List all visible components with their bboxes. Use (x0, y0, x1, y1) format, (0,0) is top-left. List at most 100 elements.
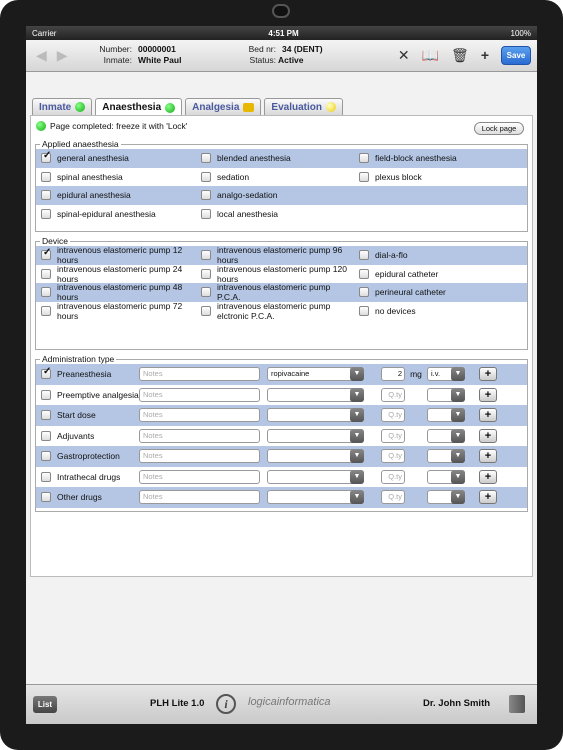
route-select[interactable]: ▼ (427, 387, 465, 402)
checkbox[interactable] (41, 492, 51, 503)
checkbox[interactable] (359, 305, 369, 316)
admin-type[interactable]: Preanesthesia (36, 367, 139, 380)
dropdown-arrow-icon[interactable]: ▼ (451, 469, 465, 484)
add-row-button[interactable]: + (479, 367, 497, 382)
applied-option[interactable]: spinal-epidural anesthesia (36, 208, 196, 219)
add-row-button[interactable]: + (479, 408, 497, 423)
checkbox[interactable] (201, 171, 211, 182)
dropdown-arrow-icon[interactable]: ▼ (350, 428, 364, 443)
dropdown-arrow-icon[interactable]: ▼ (350, 449, 364, 464)
dropdown-arrow-icon[interactable]: ▼ (451, 490, 465, 505)
checkbox[interactable] (41, 151, 51, 164)
dropdown-arrow-icon[interactable]: ▼ (350, 469, 364, 484)
add-row-button[interactable]: + (479, 449, 497, 464)
admin-type[interactable]: Intrathecal drugs (36, 471, 139, 482)
checkbox[interactable] (41, 389, 51, 400)
checkbox[interactable] (41, 268, 51, 279)
dropdown-arrow-icon[interactable]: ▼ (451, 408, 465, 423)
drug-select[interactable]: ▼ (267, 408, 364, 423)
dropdown-arrow-icon[interactable]: ▼ (451, 387, 465, 402)
drug-select[interactable]: ▼ (267, 449, 364, 464)
checkbox[interactable] (359, 171, 369, 182)
checkbox[interactable] (201, 250, 211, 261)
device-option[interactable]: perineural catheter (354, 287, 514, 298)
device-option[interactable]: intravenous elastomeric pump 96 hours (196, 245, 354, 265)
dropdown-arrow-icon[interactable]: ▼ (350, 367, 364, 382)
drug-select[interactable]: ▼ (267, 469, 364, 484)
notes-input[interactable]: Notes (139, 428, 260, 443)
checkbox[interactable] (41, 190, 51, 201)
route-select[interactable]: ▼ (427, 408, 465, 423)
close-icon[interactable]: ✕ (398, 47, 410, 64)
dropdown-arrow-icon[interactable]: ▼ (350, 490, 364, 505)
checkbox[interactable] (41, 430, 51, 441)
checkbox[interactable] (41, 287, 51, 298)
device-option[interactable]: epidural catheter (354, 268, 514, 279)
notes-input[interactable]: Notes (139, 490, 260, 505)
route-select[interactable]: ▼ (427, 428, 465, 443)
checkbox[interactable] (41, 305, 51, 316)
applied-option[interactable]: local anesthesia (196, 208, 354, 219)
device-option[interactable]: intravenous elastomeric pump P.C.A. (196, 282, 354, 302)
checkbox[interactable] (359, 250, 369, 261)
notes-input[interactable]: Notes (139, 408, 260, 423)
quantity-input[interactable]: Q.ty (381, 408, 405, 423)
admin-type[interactable]: Adjuvants (36, 430, 139, 441)
quantity-input[interactable]: Q.ty (381, 469, 405, 484)
checkbox[interactable] (201, 305, 211, 316)
notes-input[interactable]: Notes (139, 367, 260, 382)
applied-option[interactable]: blended anesthesia (196, 153, 354, 164)
dropdown-arrow-icon[interactable]: ▼ (350, 387, 364, 402)
route-select[interactable]: i.v. ▼ (427, 367, 465, 382)
add-row-button[interactable]: + (479, 387, 497, 402)
device-option[interactable]: intravenous elastomeric pump 24 hours (36, 264, 196, 284)
device-option[interactable]: intravenous elastomeric pump 12 hours (36, 245, 196, 265)
checkbox[interactable] (359, 268, 369, 279)
quantity-input[interactable]: Q.ty (381, 449, 405, 464)
quantity-input[interactable]: 2 (381, 367, 405, 382)
admin-type[interactable]: Start dose (36, 410, 139, 421)
route-select[interactable]: ▼ (427, 469, 465, 484)
device-option[interactable]: dial-a-flo (354, 250, 514, 261)
admin-type[interactable]: Other drugs (36, 492, 139, 503)
notes-input[interactable]: Notes (139, 387, 260, 402)
previous-arrow-icon[interactable]: ◀ (36, 47, 47, 64)
tab-inmate[interactable]: Inmate (32, 98, 93, 115)
applied-option[interactable]: general anesthesia (36, 151, 196, 164)
drug-select[interactable]: ▼ (267, 428, 364, 443)
applied-option[interactable]: epidural anesthesia (36, 190, 196, 201)
drug-select[interactable]: ropivacaine ▼ (267, 367, 364, 382)
checkbox[interactable] (41, 410, 51, 421)
trash-icon[interactable]: 🗑 (451, 47, 469, 64)
applied-option[interactable]: analgo-sedation (196, 190, 354, 201)
device-option[interactable]: no devices (354, 305, 514, 316)
checkbox[interactable] (41, 171, 51, 182)
device-option[interactable]: intravenous elastomeric pump 120 hours (196, 264, 354, 284)
tab-anaesthesia[interactable]: Anaesthesia (95, 98, 183, 116)
lock-page-button[interactable]: Lock page (474, 122, 524, 135)
tab-analgesia[interactable]: Analgesia (185, 98, 262, 115)
checkbox[interactable] (201, 268, 211, 279)
list-button[interactable]: List (33, 696, 57, 713)
checkbox[interactable] (41, 208, 51, 219)
drug-select[interactable]: ▼ (267, 387, 364, 402)
checkbox[interactable] (41, 248, 51, 261)
admin-type[interactable]: Gastroprotection (36, 451, 139, 462)
add-row-button[interactable]: + (479, 469, 497, 484)
device-option[interactable]: intravenous elastomeric pump 48 hours (36, 282, 196, 302)
dropdown-arrow-icon[interactable]: ▼ (451, 449, 465, 464)
logout-icon[interactable] (509, 695, 525, 713)
quantity-input[interactable]: Q.ty (381, 428, 405, 443)
add-row-button[interactable]: + (479, 428, 497, 443)
checkbox[interactable] (201, 208, 211, 219)
info-logo-icon[interactable]: i (216, 694, 236, 714)
checkbox[interactable] (201, 287, 211, 298)
tab-evaluation[interactable]: Evaluation (264, 98, 343, 115)
admin-type[interactable]: Preemptive analgesia (36, 389, 139, 400)
quantity-input[interactable]: Q.ty (381, 490, 405, 505)
next-arrow-icon[interactable]: ▶ (57, 47, 68, 64)
add-row-button[interactable]: + (479, 490, 497, 505)
checkbox[interactable] (359, 153, 369, 164)
dropdown-arrow-icon[interactable]: ▼ (350, 408, 364, 423)
notes-input[interactable]: Notes (139, 449, 260, 464)
